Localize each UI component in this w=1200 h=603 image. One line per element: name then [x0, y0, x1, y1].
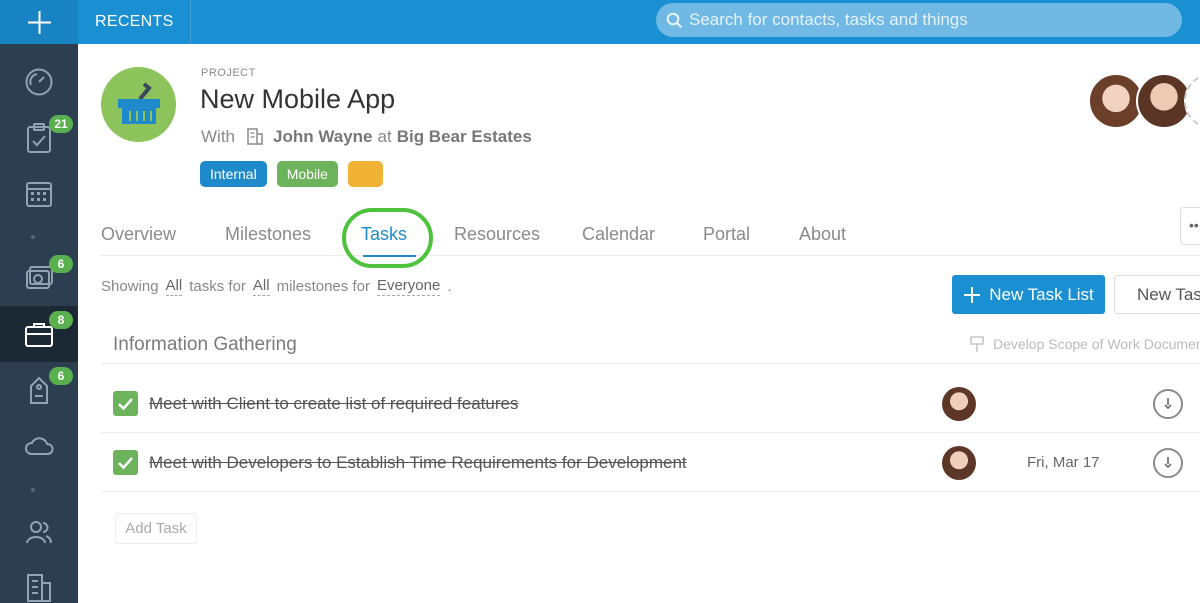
milestone-reference[interactable]: Develop Scope of Work Document — [969, 335, 1200, 353]
cloud-icon — [25, 437, 54, 455]
task-due-date: Fri, Mar 17 — [1027, 454, 1100, 471]
sidebar: 21 6 8 6 — [0, 44, 78, 603]
building-icon — [247, 128, 263, 145]
app-window: RECENTS 21 — [0, 0, 1200, 603]
filter-milestones[interactable]: All — [252, 277, 270, 296]
tab-portal[interactable]: Portal — [703, 224, 750, 245]
more-options-button[interactable]: •• — [1180, 207, 1200, 245]
sidebar-item-calendar[interactable] — [0, 166, 78, 222]
task-checkbox[interactable] — [113, 391, 138, 416]
new-task-list-button[interactable]: New Task List — [952, 275, 1105, 314]
project-avatar — [101, 67, 176, 142]
add-button[interactable] — [0, 0, 78, 44]
avatar[interactable] — [942, 387, 976, 421]
tab-calendar[interactable]: Calendar — [582, 224, 655, 245]
project-kicker: PROJECT — [201, 67, 256, 79]
project-tags: Internal Mobile — [200, 161, 383, 187]
sidebar-item-projects[interactable]: 8 — [0, 306, 78, 362]
plus-icon — [27, 10, 51, 34]
sidebar-item-tags[interactable]: 6 — [0, 362, 78, 418]
tag-mobile[interactable]: Mobile — [276, 161, 338, 187]
active-tab-indicator — [363, 255, 416, 257]
at-label: at — [377, 127, 392, 146]
plus-icon — [964, 286, 981, 303]
contacts-icon — [26, 521, 52, 544]
tab-milestones[interactable]: Milestones — [225, 224, 311, 245]
project-members — [1088, 73, 1200, 129]
tab-overview[interactable]: Overview — [101, 224, 176, 245]
sidebar-item-contacts[interactable] — [0, 504, 78, 560]
check-icon — [118, 398, 133, 411]
clock-icon — [1164, 457, 1172, 469]
tab-resources[interactable]: Resources — [454, 224, 540, 245]
with-label: With — [201, 127, 235, 146]
filter-period: . — [447, 278, 452, 295]
sidebar-item-cloud[interactable] — [0, 418, 78, 474]
basket-icon — [117, 81, 160, 124]
tasks-badge: 21 — [49, 115, 73, 133]
task-row[interactable]: Meet with Client to create list of requi… — [101, 375, 1200, 433]
sidebar-separator — [31, 235, 35, 239]
task-list-title[interactable]: Information Gathering — [113, 334, 297, 356]
page-title: New Mobile App — [200, 84, 396, 114]
tag-internal[interactable]: Internal — [200, 161, 267, 187]
task-filters: Showing All tasks for All milestones for… — [101, 277, 452, 296]
search-icon — [666, 12, 683, 28]
more-icon: •• — [1189, 217, 1199, 233]
task-checkbox[interactable] — [113, 450, 138, 475]
new-task-list-label: New Task List — [989, 284, 1094, 304]
projects-badge: 8 — [49, 311, 73, 329]
milestone-name: Develop Scope of Work Document — [993, 336, 1200, 352]
task-list-header: Information Gathering Develop Scope of W… — [101, 326, 1200, 364]
sidebar-item-tasks[interactable]: 21 — [0, 110, 78, 166]
money-badge: 6 — [49, 255, 73, 273]
filter-assignee[interactable]: Everyone — [376, 277, 441, 296]
main-content: PROJECT New Mobile App With John Wayne a… — [78, 44, 1200, 603]
timer-button[interactable] — [1153, 448, 1183, 478]
new-task-button[interactable]: New Task — [1114, 275, 1200, 314]
task-title[interactable]: Meet with Client to create list of requi… — [149, 394, 518, 414]
sidebar-separator — [31, 488, 35, 492]
clock-icon — [1164, 398, 1172, 410]
timer-button[interactable] — [1153, 389, 1183, 419]
project-tabs: Overview Milestones Tasks Resources Cale… — [101, 212, 1200, 257]
company-link[interactable]: Big Bear Estates — [397, 127, 532, 147]
task-row[interactable]: Meet with Developers to Establish Time R… — [101, 434, 1200, 492]
project-relations: With John Wayne at Big Bear Estates — [201, 127, 532, 147]
sidebar-item-companies[interactable] — [0, 560, 78, 603]
tab-tasks[interactable]: Tasks — [361, 224, 407, 245]
filter-milestones-for-label: milestones for — [276, 278, 370, 295]
sidebar-item-money[interactable]: 6 — [0, 250, 78, 306]
check-icon — [118, 457, 133, 470]
tags-badge: 6 — [49, 367, 73, 385]
dashboard-icon — [25, 68, 53, 96]
recents-button[interactable]: RECENTS — [79, 0, 191, 44]
filter-tasks-for-label: tasks for — [189, 278, 246, 295]
top-bar: RECENTS — [0, 0, 1200, 44]
calendar-icon — [26, 182, 52, 207]
tag-color-orange[interactable] — [347, 161, 383, 187]
new-task-label: New Task — [1137, 284, 1200, 304]
avatar[interactable] — [942, 446, 976, 480]
milestone-icon — [970, 336, 984, 352]
contact-link[interactable]: John Wayne — [273, 127, 373, 147]
search-bar[interactable] — [656, 3, 1182, 37]
filter-showing-label: Showing — [101, 278, 159, 295]
add-task-button[interactable]: Add Task — [115, 513, 197, 544]
add-member-avatar[interactable] — [1184, 73, 1200, 129]
filter-task-status[interactable]: All — [165, 277, 183, 296]
tab-about[interactable]: About — [799, 224, 846, 245]
building-icon — [27, 574, 51, 602]
search-input[interactable] — [689, 10, 1169, 30]
task-title[interactable]: Meet with Developers to Establish Time R… — [149, 453, 687, 473]
sidebar-item-dashboard[interactable] — [0, 54, 78, 110]
